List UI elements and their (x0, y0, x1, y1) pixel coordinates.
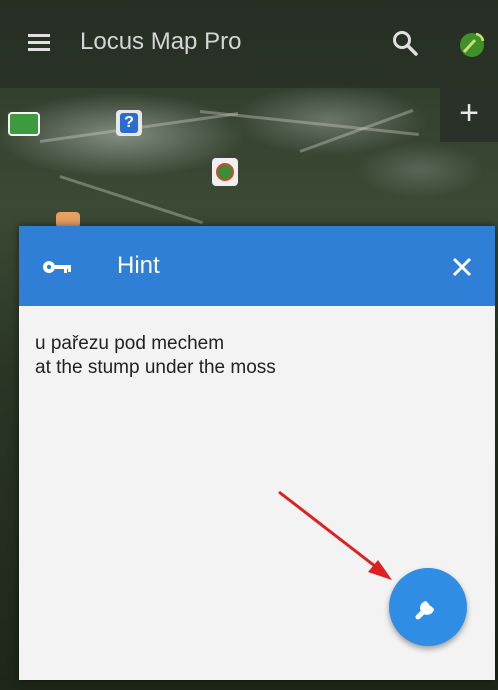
annotation-arrow-icon (278, 490, 392, 580)
